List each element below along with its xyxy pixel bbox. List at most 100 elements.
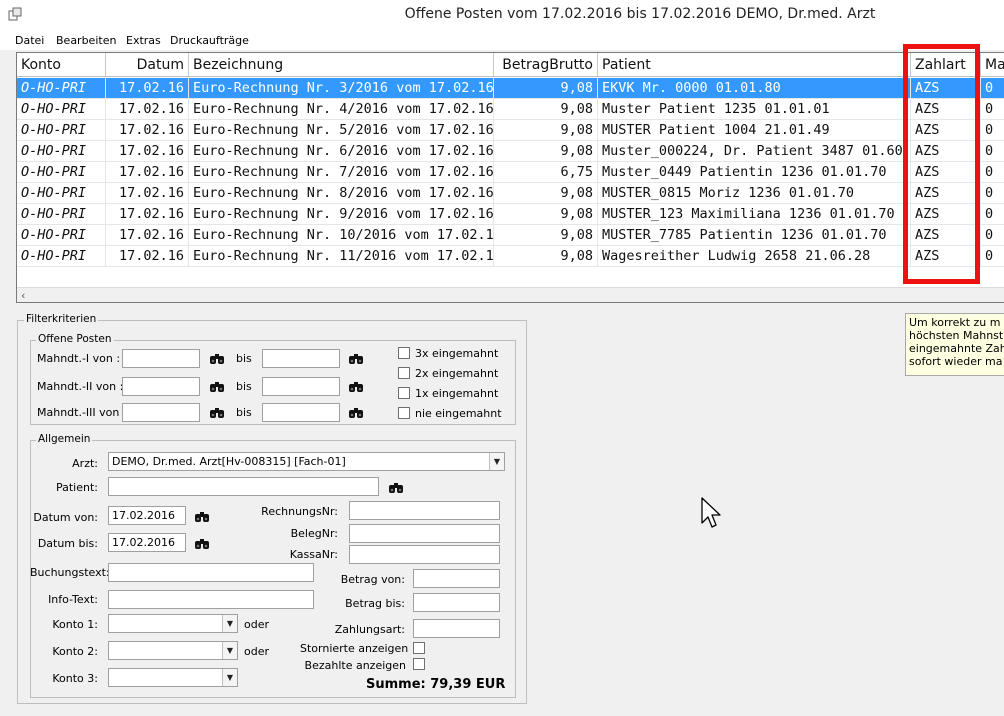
oder-label: oder — [244, 645, 270, 658]
datum-bis-input[interactable]: 17.02.2016 — [108, 533, 186, 552]
mahndt-2-to-input[interactable] — [262, 377, 340, 396]
menu-extras[interactable]: Extras — [126, 34, 161, 47]
mahndt-3-to-input[interactable] — [262, 403, 340, 422]
buchungstext-input[interactable] — [108, 563, 314, 582]
checkbox-2x-eingemahnt[interactable] — [398, 367, 410, 379]
binoculars-icon[interactable] — [388, 482, 404, 494]
mahndt-3-from-input[interactable] — [122, 403, 200, 422]
cell-konto: O-HO-PRI — [17, 204, 106, 225]
chevron-down-icon[interactable]: ▼ — [222, 615, 237, 632]
info-text-input[interactable] — [108, 590, 314, 609]
cell-konto: O-HO-PRI — [17, 183, 106, 204]
arzt-label: Arzt: — [72, 457, 98, 470]
chevron-down-icon[interactable]: ▼ — [222, 669, 237, 686]
oder-label: oder — [244, 618, 270, 631]
chevron-down-icon[interactable]: ▼ — [489, 453, 504, 470]
info-note-line: höchsten Mahnst — [909, 329, 1004, 342]
checkbox-1x-eingemahnt[interactable] — [398, 387, 410, 399]
binoculars-icon[interactable] — [209, 407, 225, 419]
checkbox-nie-eingemahnt[interactable] — [398, 407, 410, 419]
mahndt-3-label: Mahndt.-III von : — [37, 406, 127, 419]
horizontal-scrollbar[interactable]: ‹ — [17, 287, 1004, 302]
cell-datum: 17.02.16 — [106, 141, 189, 162]
binoculars-icon[interactable] — [194, 511, 210, 523]
stornierte-checkbox[interactable] — [413, 642, 425, 654]
mahndt-2-from-input[interactable] — [122, 377, 200, 396]
mahndt-1-from-input[interactable] — [122, 349, 200, 368]
bezahlte-checkbox[interactable] — [413, 658, 425, 670]
table-row[interactable]: O-HO-PRI 17.02.16 Euro-Rechnung Nr. 3/2016… — [17, 78, 1004, 99]
konto2-select[interactable]: ▼ — [108, 641, 238, 660]
table-row[interactable]: O-HO-PRI 17.02.16 Euro-Rechnung Nr. 7/2016… — [17, 162, 1004, 183]
arzt-select[interactable]: DEMO, Dr.med. Arzt[Hv-008315] [Fach-01] … — [108, 452, 505, 471]
belegnr-label: BelegNr: — [290, 527, 338, 540]
col-header-datum[interactable]: Datum — [106, 53, 189, 77]
table-row[interactable]: O-HO-PRI 17.02.16 Euro-Rechnung Nr. 11/201… — [17, 246, 1004, 267]
cell-datum: 17.02.16 — [106, 183, 189, 204]
cell-betrag: 9,08 — [494, 78, 598, 99]
menu-bearbeiten[interactable]: Bearbeiten — [56, 34, 116, 47]
checkbox-1x-label: 1x eingemahnt — [415, 387, 499, 400]
betrag-von-input[interactable] — [413, 569, 500, 588]
cell-konto: O-HO-PRI — [17, 225, 106, 246]
konto3-select[interactable]: ▼ — [108, 668, 238, 687]
allgemein-title: Allgemein — [36, 433, 93, 445]
checkbox-nie-label: nie eingemahnt — [415, 407, 502, 420]
cell-datum: 17.02.16 — [106, 162, 189, 183]
cell-bezeichnung: Euro-Rechnung Nr. 10/2016 vom 17.02.16 — [189, 225, 494, 246]
filter-group-title: Filterkriterien — [24, 313, 99, 325]
datum-von-value: 17.02.2016 — [112, 509, 175, 522]
kassanr-input[interactable] — [349, 545, 500, 564]
patient-label: Patient: — [55, 481, 98, 494]
scroll-left-icon[interactable]: ‹ — [21, 289, 25, 302]
cell-betrag: 6,75 — [494, 162, 598, 183]
chevron-down-icon[interactable]: ▼ — [222, 642, 237, 659]
cell-patient: MUSTER_123 Maximiliana 1236 01.01.70 — [598, 204, 911, 225]
belegnr-input[interactable] — [349, 524, 500, 543]
col-header-ma[interactable]: Ma — [981, 53, 1004, 77]
konto1-select[interactable]: ▼ — [108, 614, 238, 633]
col-header-patient[interactable]: Patient — [598, 53, 911, 77]
cell-bezeichnung: Euro-Rechnung Nr. 6/2016 vom 17.02.16 — [189, 141, 494, 162]
table-row[interactable]: O-HO-PRI 17.02.16 Euro-Rechnung Nr. 9/2016… — [17, 204, 1004, 225]
info-note-line: sofort wieder ma — [909, 355, 1003, 368]
menu-druckauftraege[interactable]: Druckaufträge — [170, 34, 249, 47]
open-items-grid[interactable]: Konto Datum Bezeichnung BetragBrutto Pat… — [16, 52, 1004, 303]
betrag-bis-input[interactable] — [413, 593, 500, 612]
table-row[interactable]: O-HO-PRI 17.02.16 Euro-Rechnung Nr. 6/2016… — [17, 141, 1004, 162]
menu-datei[interactable]: Datei — [15, 34, 44, 47]
zahlungsart-label: Zahlungsart: — [334, 623, 405, 636]
binoculars-icon[interactable] — [209, 353, 225, 365]
cell-konto: O-HO-PRI — [17, 141, 106, 162]
bis-label: bis — [236, 380, 252, 393]
info-text-label: Info-Text: — [48, 593, 98, 606]
binoculars-icon[interactable] — [194, 538, 210, 550]
binoculars-icon[interactable] — [348, 353, 364, 365]
table-row[interactable]: O-HO-PRI 17.02.16 Euro-Rechnung Nr. 8/2016… — [17, 183, 1004, 204]
betrag-bis-label: Betrag bis: — [345, 597, 405, 610]
table-row[interactable]: O-HO-PRI 17.02.16 Euro-Rechnung Nr. 10/201… — [17, 225, 1004, 246]
mahndt-1-to-input[interactable] — [262, 349, 340, 368]
cell-betrag: 9,08 — [494, 99, 598, 120]
patient-input[interactable] — [108, 477, 379, 496]
binoculars-icon[interactable] — [209, 381, 225, 393]
datum-von-label: Datum von: — [33, 511, 98, 524]
checkbox-3x-eingemahnt[interactable] — [398, 347, 410, 359]
zahlart-highlight-box — [903, 44, 980, 284]
col-header-bezeichnung[interactable]: Bezeichnung — [189, 53, 494, 77]
cell-konto: O-HO-PRI — [17, 99, 106, 120]
binoculars-icon[interactable] — [348, 407, 364, 419]
cell-ma: 0 — [981, 141, 1004, 162]
table-row[interactable]: O-HO-PRI 17.02.16 Euro-Rechnung Nr. 5/2016… — [17, 120, 1004, 141]
datum-von-input[interactable]: 17.02.2016 — [108, 506, 186, 525]
col-header-konto[interactable]: Konto — [17, 53, 106, 77]
cell-patient: MUSTER Patient 1004 21.01.49 — [598, 120, 911, 141]
datum-bis-value: 17.02.2016 — [112, 536, 175, 549]
col-header-betragbrutto[interactable]: BetragBrutto — [494, 53, 598, 77]
table-row[interactable]: O-HO-PRI 17.02.16 Euro-Rechnung Nr. 4/2016… — [17, 99, 1004, 120]
zahlungsart-input[interactable] — [413, 619, 500, 638]
cell-ma: 0 — [981, 225, 1004, 246]
cell-bezeichnung: Euro-Rechnung Nr. 11/2016 vom 17.02.16 — [189, 246, 494, 267]
rechnungsnr-input[interactable] — [349, 501, 500, 520]
binoculars-icon[interactable] — [348, 381, 364, 393]
